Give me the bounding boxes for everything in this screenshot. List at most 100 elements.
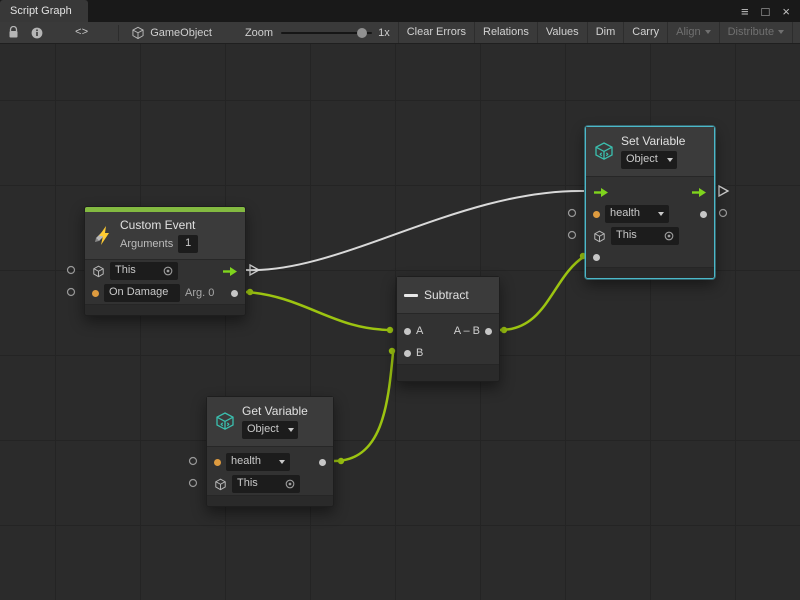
target-value: This	[115, 264, 136, 277]
node-get-variable[interactable]: Get Variable Object health	[206, 396, 334, 507]
object-picker-icon[interactable]	[163, 266, 173, 276]
target-field[interactable]: This	[110, 262, 178, 279]
node-subtract[interactable]: Subtract A A – B B	[396, 276, 500, 382]
variable-kind-dropdown[interactable]: Object	[242, 421, 298, 438]
graph-toolbar: <> GameObject Zoom 1x Clear Errors Relat…	[0, 22, 800, 44]
port-ring-setvar-output[interactable]	[720, 210, 727, 217]
custom-event-header[interactable]: Custom Event Arguments 1	[85, 212, 245, 260]
zoom-label: Zoom	[245, 27, 273, 39]
port-ring-setvar-name[interactable]	[569, 210, 576, 217]
wire-endpoint	[247, 289, 253, 295]
node-title: Get Variable	[242, 404, 308, 418]
graph-canvas[interactable]: Custom Event Arguments 1 This	[0, 44, 800, 600]
distribute-button: Distribute	[719, 22, 792, 44]
subtract-header[interactable]: Subtract	[397, 277, 499, 314]
menu-icon[interactable]: ≡	[741, 4, 749, 19]
overview-button[interactable]: Overv	[792, 22, 800, 44]
close-icon[interactable]: ×	[782, 4, 790, 19]
zoom-slider[interactable]	[281, 32, 372, 34]
variable-name-value: health	[231, 455, 261, 468]
gameobject-label: GameObject	[150, 27, 212, 39]
output-label: A – B	[454, 325, 480, 337]
event-name-value: On Damage	[109, 286, 168, 299]
distribute-label: Distribute	[728, 26, 774, 38]
port-ring-getvar-target[interactable]	[190, 480, 197, 487]
arg0-output-port[interactable]	[231, 290, 238, 297]
target-value: This	[237, 477, 258, 490]
flow-output-port[interactable]	[222, 266, 238, 277]
object-picker-icon[interactable]	[285, 479, 295, 489]
variable-icon	[214, 411, 236, 433]
port-ring-getvar-name[interactable]	[190, 458, 197, 465]
node-custom-event[interactable]: Custom Event Arguments 1 This	[84, 206, 246, 316]
variable-name-port[interactable]	[593, 211, 600, 218]
kind-value: Object	[247, 423, 279, 436]
value-output-port[interactable]	[319, 459, 326, 466]
target-value: This	[616, 229, 637, 242]
arg0-label: Arg. 0	[185, 287, 214, 299]
event-name-field[interactable]: On Damage	[104, 284, 180, 301]
gameobject-icon	[593, 230, 606, 243]
node-footer	[397, 364, 499, 381]
info-icon[interactable]	[31, 27, 43, 39]
port-ring-customevent-target[interactable]	[68, 267, 75, 274]
get-variable-header[interactable]: Get Variable Object	[207, 397, 333, 447]
subtract-row-b: B	[397, 342, 499, 364]
carry-button[interactable]: Carry	[623, 22, 667, 44]
port-ring-customevent-name[interactable]	[68, 289, 75, 296]
wire-getvar-to-subtract-b[interactable]	[334, 353, 393, 461]
value-input-row	[586, 247, 714, 267]
port-ring-setvar-target[interactable]	[569, 232, 576, 239]
event-name-row: On Damage Arg. 0	[85, 282, 245, 304]
set-variable-header[interactable]: Set Variable Object	[586, 127, 714, 177]
input-a-label: A	[416, 325, 423, 337]
target-field[interactable]: This	[232, 475, 300, 492]
values-button[interactable]: Values	[537, 22, 587, 44]
variable-name-value: health	[610, 207, 640, 220]
node-footer	[586, 267, 714, 278]
window-controls: ≡ □ ×	[741, 0, 800, 22]
clear-errors-button[interactable]: Clear Errors	[398, 22, 474, 44]
wire-arg0-to-subtract-a[interactable]	[246, 292, 392, 330]
variable-kind-dropdown[interactable]: Object	[621, 151, 677, 168]
wire-endpoint	[338, 458, 344, 464]
variable-name-dropdown[interactable]: health	[605, 205, 669, 222]
variable-name-dropdown[interactable]: health	[226, 453, 290, 470]
variable-name-port[interactable]	[214, 459, 221, 466]
arguments-input[interactable]: 1	[178, 235, 198, 252]
tab-script-graph[interactable]: Script Graph	[0, 0, 88, 22]
wire-flow-event-to-setvar[interactable]	[246, 191, 584, 270]
value-input-port[interactable]	[593, 254, 600, 261]
window-tab-bar: Script Graph ≡ □ ×	[0, 0, 800, 22]
node-title: Subtract	[424, 288, 469, 302]
maximize-icon[interactable]: □	[762, 4, 770, 19]
flow-output-port[interactable]	[691, 187, 707, 198]
value-output-port[interactable]	[700, 211, 707, 218]
target-row: This	[207, 473, 333, 495]
node-set-variable[interactable]: Set Variable Object	[585, 126, 715, 279]
flow-input-port[interactable]	[593, 187, 609, 198]
wire-subtract-to-setvar[interactable]	[500, 256, 585, 330]
input-b-label: B	[416, 347, 423, 359]
relations-button[interactable]: Relations	[474, 22, 537, 44]
code-icon[interactable]: <>	[75, 27, 88, 39]
event-name-port[interactable]	[92, 290, 99, 297]
variable-icon	[593, 141, 615, 163]
zoom-slider-knob[interactable]	[357, 28, 367, 38]
object-picker-icon[interactable]	[664, 231, 674, 241]
align-button: Align	[667, 22, 718, 44]
input-b-port[interactable]	[404, 350, 411, 357]
node-title: Set Variable	[621, 134, 685, 148]
target-field[interactable]: This	[611, 227, 679, 244]
dim-button[interactable]: Dim	[587, 22, 624, 44]
setvar-flow-out-marker-icon[interactable]	[719, 186, 728, 196]
custom-event-icon	[92, 225, 114, 247]
gameobject-icon	[214, 478, 227, 491]
input-a-port[interactable]	[404, 328, 411, 335]
node-footer	[85, 304, 245, 315]
output-port[interactable]	[485, 328, 492, 335]
flow-row	[586, 181, 714, 203]
lock-icon[interactable]	[8, 26, 19, 39]
node-footer	[207, 495, 333, 506]
chevron-down-icon	[288, 428, 294, 432]
